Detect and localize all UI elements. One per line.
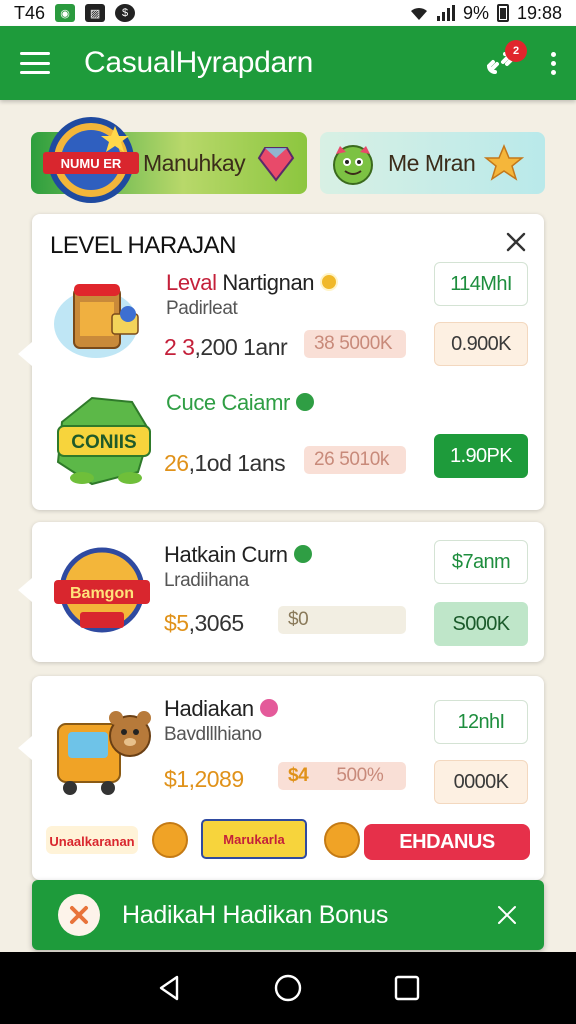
battery-percent: 9% <box>462 2 489 23</box>
battery-icon <box>496 4 509 22</box>
value-chip-level: 38 5000K <box>304 330 406 358</box>
value-chip-bonus: 26 5010k <box>304 446 406 474</box>
bonus-claim-button[interactable]: 1.90PK <box>434 434 528 478</box>
hatkain-card: Bamgon Hatkain Curn Lradiihana $5,3065 $… <box>18 522 544 662</box>
svg-text:Unaalkaranan: Unaalkaranan <box>49 834 134 849</box>
row-subtitle-hadiakan: Bavdlllhiano <box>164 724 262 745</box>
card-heading: LEVEL HARAJAN <box>50 232 237 259</box>
level-top-button[interactable]: 114MhI <box>434 262 528 306</box>
status-right: 9% 19:88 <box>409 3 562 24</box>
wifi-icon <box>410 7 427 21</box>
badge-emblem-icon: NUMU ER <box>43 117 139 203</box>
status-clock: 19:88 <box>516 2 562 23</box>
coin-banner-icon: Bamgon <box>54 547 150 633</box>
row-title-level: Leval Nartignan <box>166 270 339 296</box>
status-left: T46 ◉ ▨ $ <box>14 2 136 24</box>
coin-icon <box>320 273 339 292</box>
row-value-hadiakan: $1,2089 <box>164 766 244 792</box>
close-icon[interactable] <box>504 230 528 254</box>
coin-banner-text: Bamgon <box>70 585 134 602</box>
snack-icon <box>58 894 100 936</box>
status-time-left: T46 <box>14 2 46 23</box>
row-subtitle-level: Padirleat <box>166 298 238 319</box>
row-value-hatkain: $5,3065 <box>164 610 244 636</box>
link-button[interactable]: 2 <box>485 40 527 78</box>
check-icon <box>293 545 312 564</box>
close-icon[interactable] <box>496 904 518 926</box>
signal-icon <box>436 5 455 21</box>
tag-unaalkaranan: Unaalkaranan <box>46 826 138 854</box>
check-icon <box>295 393 314 412</box>
row-title-hadiakan: Hadiakan <box>164 696 278 722</box>
more-vert-icon[interactable] <box>551 51 556 75</box>
treasure-drum-icon <box>54 284 139 358</box>
ehdanus-button[interactable]: EHDANUS <box>364 824 530 860</box>
star-icon <box>484 144 524 181</box>
hatkain-claim-button[interactable]: S000K <box>434 602 528 646</box>
bonus-emblem-text: CONIIS <box>71 432 136 453</box>
app-notification-icon: ◉ <box>55 4 76 22</box>
monster-face-icon <box>333 145 373 185</box>
promo-badge-text: NUMU ER <box>61 156 122 171</box>
coin-icon <box>324 822 360 858</box>
promo-tile-me-mran[interactable]: Me Mran <box>320 132 545 194</box>
system-nav-bar <box>0 952 576 1024</box>
snackbar-text: HadikaH Hadikan Bonus <box>122 900 389 929</box>
hatkain-top-button[interactable]: $7anm <box>434 540 528 584</box>
dollar-icon: $ <box>115 4 136 22</box>
promo-label-me-mran: Me Mran <box>388 149 476 176</box>
status-bar: T46 ◉ ▨ $ 9% 19:88 <box>0 0 576 26</box>
value-chip-hatkain: $0 <box>278 606 406 634</box>
row-value-level: 2 3,200 1anr <box>164 334 288 360</box>
back-icon[interactable] <box>153 972 185 1004</box>
recents-icon[interactable] <box>391 972 423 1004</box>
hadiakan-claim-button[interactable]: 0000K <box>434 760 528 804</box>
gallery-icon: ▨ <box>85 4 106 22</box>
row-title-hatkain: Hatkain Curn <box>164 542 312 568</box>
row-subtitle-hatkain: Lradiihana <box>164 570 249 591</box>
bonus-snackbar: HadikaH Hadikan Bonus <box>32 880 544 950</box>
app-bar-actions: 2 <box>485 40 556 78</box>
notification-badge: 2 <box>505 40 527 62</box>
value-chip-hadiakan: $4 500% <box>278 762 406 790</box>
app-title: CasualHyrapdarn <box>84 46 313 79</box>
fish-x-icon <box>70 906 88 924</box>
bonus-emblem-icon: CONIIS <box>56 396 152 486</box>
heart-icon <box>259 699 278 718</box>
level-card: LEVEL HARAJAN Leval Nartignan Padirleat … <box>18 214 544 510</box>
row-value-bonus: 26,1od 1ans <box>164 450 286 476</box>
menu-icon[interactable] <box>20 52 50 74</box>
app-bar: CasualHyrapdarn 2 <box>0 26 576 100</box>
gem-heart-icon <box>257 147 295 182</box>
coin-icon <box>152 822 188 858</box>
tag-marukarla: Marukarla <box>201 819 307 859</box>
bonus-strip: Unaalkaranan Marukarla EHDANUS <box>44 812 544 868</box>
home-icon[interactable] <box>272 972 304 1004</box>
hadiakan-top-button[interactable]: 12nhI <box>434 700 528 744</box>
row-title-bonus: Cuce Caiamr <box>166 390 314 416</box>
teddy-cart-icon <box>57 711 151 795</box>
svg-text:Marukarla: Marukarla <box>223 832 285 847</box>
level-claim-button[interactable]: 0.900K <box>434 322 528 366</box>
promo-label-manuhkay: Manuhkay <box>143 149 246 176</box>
promo-tile-manuhkay[interactable]: NUMU ER Manuhkay <box>31 117 307 203</box>
